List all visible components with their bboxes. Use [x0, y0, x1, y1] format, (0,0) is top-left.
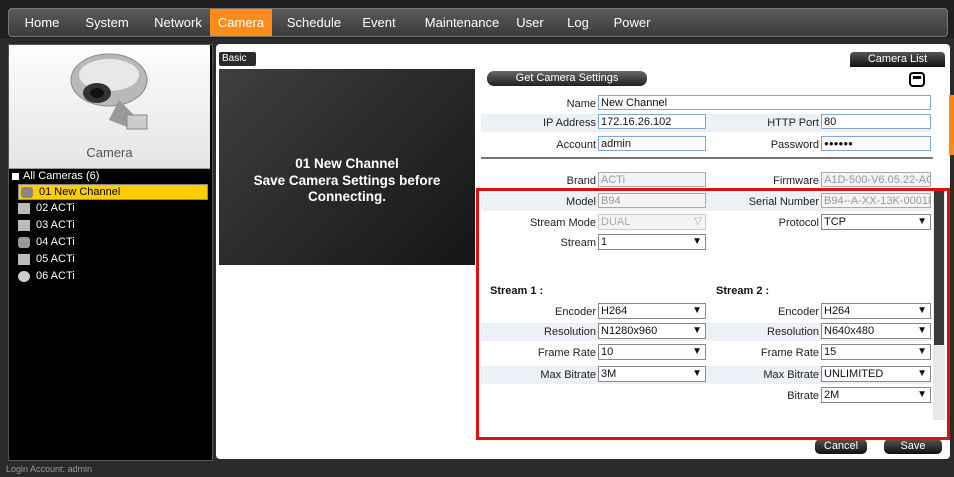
camera-bullet-icon	[21, 186, 33, 198]
camera-box-icon	[18, 202, 30, 214]
camera-list-button[interactable]: Camera List	[850, 52, 945, 67]
password-label: Password	[770, 139, 819, 151]
ip-address-field[interactable]: 172.16.26.102	[598, 114, 706, 129]
nav-maintenance[interactable]: Maintenance	[417, 9, 507, 36]
brand-field: ACTi	[598, 172, 706, 187]
status-bar: Login Account: admin	[0, 462, 954, 477]
camera-label: Camera	[86, 145, 133, 160]
collapse-icon[interactable]	[12, 172, 19, 180]
tree-item-label: 05 ACTi	[36, 253, 75, 265]
tab-basic[interactable]: Basic	[219, 52, 256, 66]
tree-item-05[interactable]: 05 ACTi	[18, 252, 208, 266]
name-label: Name	[566, 98, 596, 110]
get-camera-settings-button[interactable]: Get Camera Settings	[487, 71, 647, 86]
message-line-1: 01 New Channel	[295, 156, 399, 171]
firmware-field: A1D-500-V6.05.22-AC	[821, 172, 931, 187]
tree-item-02[interactable]: 02 ACTi	[18, 201, 208, 215]
nav-schedule[interactable]: Schedule	[279, 9, 349, 36]
message-line-3: Connecting.	[308, 189, 386, 204]
camera-box-icon	[18, 219, 30, 231]
nav-log[interactable]: Log	[560, 9, 596, 36]
account-label: Account	[556, 139, 596, 151]
side-tab-edge	[949, 95, 954, 155]
tree-item-label: 04 ACTi	[36, 236, 75, 248]
cancel-button[interactable]: Cancel	[815, 439, 867, 454]
message-line-2: Save Camera Settings before	[253, 173, 441, 188]
name-field[interactable]: New Channel	[598, 95, 931, 110]
nav-system[interactable]: System	[77, 9, 137, 36]
nav-power[interactable]: Power	[605, 9, 659, 36]
nav-event[interactable]: Event	[354, 9, 404, 36]
tree-header-label: All Cameras (6)	[23, 170, 100, 182]
nav-network[interactable]: Network	[144, 9, 212, 36]
row-ip: IP Address 172.16.26.102 HTTP Port 80	[481, 114, 931, 132]
section-divider	[481, 157, 933, 159]
highlight-box	[476, 188, 950, 440]
minimize-icon[interactable]	[909, 72, 925, 87]
preview-message-box: 01 New Channel Save Camera Settings befo…	[219, 69, 475, 265]
http-port-field[interactable]: 80	[821, 114, 931, 129]
row-account: Account admin Password ●●●●●●	[481, 136, 931, 154]
ip-address-label: IP Address	[543, 117, 596, 129]
tree-item-label: 02 ACTi	[36, 202, 75, 214]
camera-dome-icon	[18, 270, 30, 282]
tree-item-04[interactable]: 04 ACTi	[18, 235, 208, 249]
nav-camera[interactable]: Camera	[210, 9, 272, 36]
nav-user[interactable]: User	[509, 9, 551, 36]
save-button[interactable]: Save	[884, 439, 942, 454]
tree-item-label: 01 New Channel	[39, 186, 121, 198]
http-port-label: HTTP Port	[767, 117, 819, 129]
password-field[interactable]: ●●●●●●	[821, 136, 931, 151]
tree-item-label: 03 ACTi	[36, 219, 75, 231]
camera-bullet-icon	[18, 236, 30, 248]
tree-item-03[interactable]: 03 ACTi	[18, 218, 208, 232]
top-nav-bar: Home System Network Camera Schedule Even…	[8, 8, 948, 37]
row-name: Name New Channel	[481, 95, 931, 113]
nav-home[interactable]: Home	[17, 9, 67, 36]
tree-item-label: 06 ACTi	[36, 270, 75, 282]
tree-item-01[interactable]: 01 New Channel	[18, 184, 208, 200]
camera-box-icon	[18, 253, 30, 265]
account-field[interactable]: admin	[598, 136, 706, 151]
tree-header[interactable]: All Cameras (6)	[12, 170, 99, 182]
tree-item-06[interactable]: 06 ACTi	[18, 269, 208, 283]
